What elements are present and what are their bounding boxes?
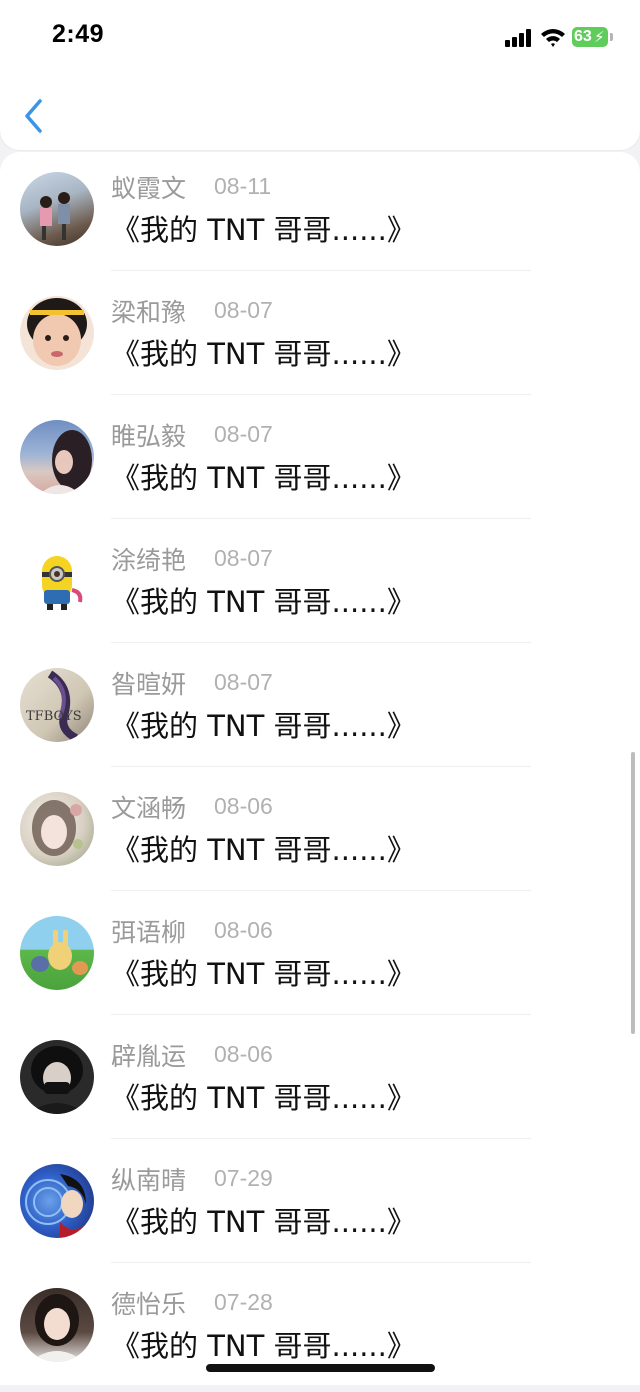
sender-name: 梁和豫 — [111, 298, 187, 327]
avatar[interactable] — [20, 792, 94, 866]
avatar[interactable] — [20, 172, 94, 246]
message-list[interactable]: 蚁霞文 08-11 《我的 TNT 哥哥......》 梁和豫 08-07 《我… — [0, 152, 640, 1385]
battery-cap — [610, 33, 613, 41]
masked-person-avatar — [28, 1046, 86, 1114]
message-text: 《我的 TNT 哥哥......》 — [111, 833, 416, 867]
message-date: 08-06 — [214, 793, 273, 819]
tfboys-avatar: TFBOYS — [26, 670, 82, 742]
message-date: 08-06 — [214, 917, 273, 943]
cartoon-rabbit-avatar — [31, 930, 88, 975]
divider — [111, 1138, 531, 1139]
sender-name: 文涵畅 — [111, 794, 187, 823]
list-item[interactable]: 梁和豫 08-07 《我的 TNT 哥哥......》 — [0, 276, 640, 400]
tfboys-avatar-label: TFBOYS — [26, 709, 82, 724]
home-indicator[interactable] — [206, 1364, 435, 1372]
divider — [111, 394, 531, 395]
message-text: 《我的 TNT 哥哥......》 — [111, 585, 416, 619]
wifi-icon — [541, 29, 565, 47]
avatar[interactable] — [20, 1040, 94, 1114]
sender-name: 睢弘毅 — [111, 422, 187, 451]
battery-level: 63 — [574, 28, 592, 45]
message-date: 08-06 — [214, 1041, 273, 1067]
avatar[interactable]: TFBOYS — [20, 668, 94, 742]
flower-girl-avatar — [32, 800, 83, 856]
message-date: 08-07 — [214, 545, 273, 571]
scrollbar[interactable] — [631, 752, 635, 1034]
divider — [111, 642, 531, 643]
top-bar: 2:49 63 ⚡ — [0, 0, 640, 150]
minion-avatar — [42, 556, 83, 610]
divider — [111, 1262, 531, 1263]
list-item[interactable]: 纵南晴 07-29 《我的 TNT 哥哥......》 — [0, 1144, 640, 1268]
message-date: 08-11 — [214, 173, 272, 199]
message-text: 《我的 TNT 哥哥......》 — [111, 213, 416, 247]
divider — [111, 270, 531, 271]
list-item[interactable]: 蚁霞文 08-11 《我的 TNT 哥哥......》 — [0, 152, 640, 276]
message-text: 《我的 TNT 哥哥......》 — [111, 1081, 416, 1115]
girl-sky-avatar — [40, 430, 92, 494]
avatar[interactable] — [20, 544, 94, 618]
message-date: 07-28 — [214, 1289, 273, 1315]
sender-name: 昝暄妍 — [111, 670, 187, 699]
sender-name: 德怡乐 — [111, 1290, 187, 1319]
divider — [111, 890, 531, 891]
message-text: 《我的 TNT 哥哥......》 — [111, 957, 416, 991]
avatar[interactable] — [20, 916, 94, 990]
status-time: 2:49 — [52, 20, 105, 48]
baby-girl-avatar — [27, 298, 87, 366]
divider — [111, 766, 531, 767]
avatar[interactable] — [20, 1164, 94, 1238]
status-bar: 2:49 63 ⚡ — [0, 0, 640, 76]
avatar[interactable] — [20, 420, 94, 494]
message-text: 《我的 TNT 哥哥......》 — [111, 461, 416, 495]
children-photo-avatar — [40, 192, 70, 240]
list-item[interactable]: TFBOYS 昝暄妍 08-07 《我的 TNT 哥哥......》 — [0, 648, 640, 772]
list-item[interactable]: 文涵畅 08-06 《我的 TNT 哥哥......》 — [0, 772, 640, 896]
divider — [111, 518, 531, 519]
sender-name: 涂绮艳 — [111, 546, 187, 575]
list-item[interactable]: 辟胤运 08-06 《我的 TNT 哥哥......》 — [0, 1020, 640, 1144]
list-item[interactable]: 睢弘毅 08-07 《我的 TNT 哥哥......》 — [0, 400, 640, 524]
cellular-signal-icon — [505, 29, 533, 47]
list-item[interactable]: 德怡乐 07-28 《我的 TNT 哥哥......》 — [0, 1268, 640, 1392]
message-date: 08-07 — [214, 421, 273, 447]
message-text: 《我的 TNT 哥哥......》 — [111, 709, 416, 743]
message-date: 07-29 — [214, 1165, 273, 1191]
message-text: 《我的 TNT 哥哥......》 — [111, 1205, 416, 1239]
list-item[interactable]: 涂绮艳 08-07 《我的 TNT 哥哥......》 — [0, 524, 640, 648]
sender-name: 蚁霞文 — [111, 174, 187, 203]
message-text: 《我的 TNT 哥哥......》 — [111, 1329, 416, 1363]
message-text: 《我的 TNT 哥哥......》 — [111, 337, 416, 371]
message-date: 08-07 — [214, 297, 273, 323]
back-button[interactable] — [18, 96, 54, 136]
message-date: 08-07 — [214, 669, 273, 695]
avatar[interactable] — [20, 1288, 94, 1362]
sender-name: 辟胤运 — [111, 1042, 187, 1071]
sender-name: 弭语柳 — [111, 918, 187, 947]
list-item[interactable]: 弭语柳 08-06 《我的 TNT 哥哥......》 — [0, 896, 640, 1020]
charging-bolt-icon: ⚡ — [594, 28, 605, 46]
avatar[interactable] — [20, 296, 94, 370]
divider — [111, 1014, 531, 1015]
sender-name: 纵南晴 — [111, 1166, 187, 1195]
anime-ninja-avatar — [25, 1174, 86, 1238]
woman-portrait-avatar — [30, 1294, 84, 1362]
chevron-left-icon — [25, 99, 42, 133]
